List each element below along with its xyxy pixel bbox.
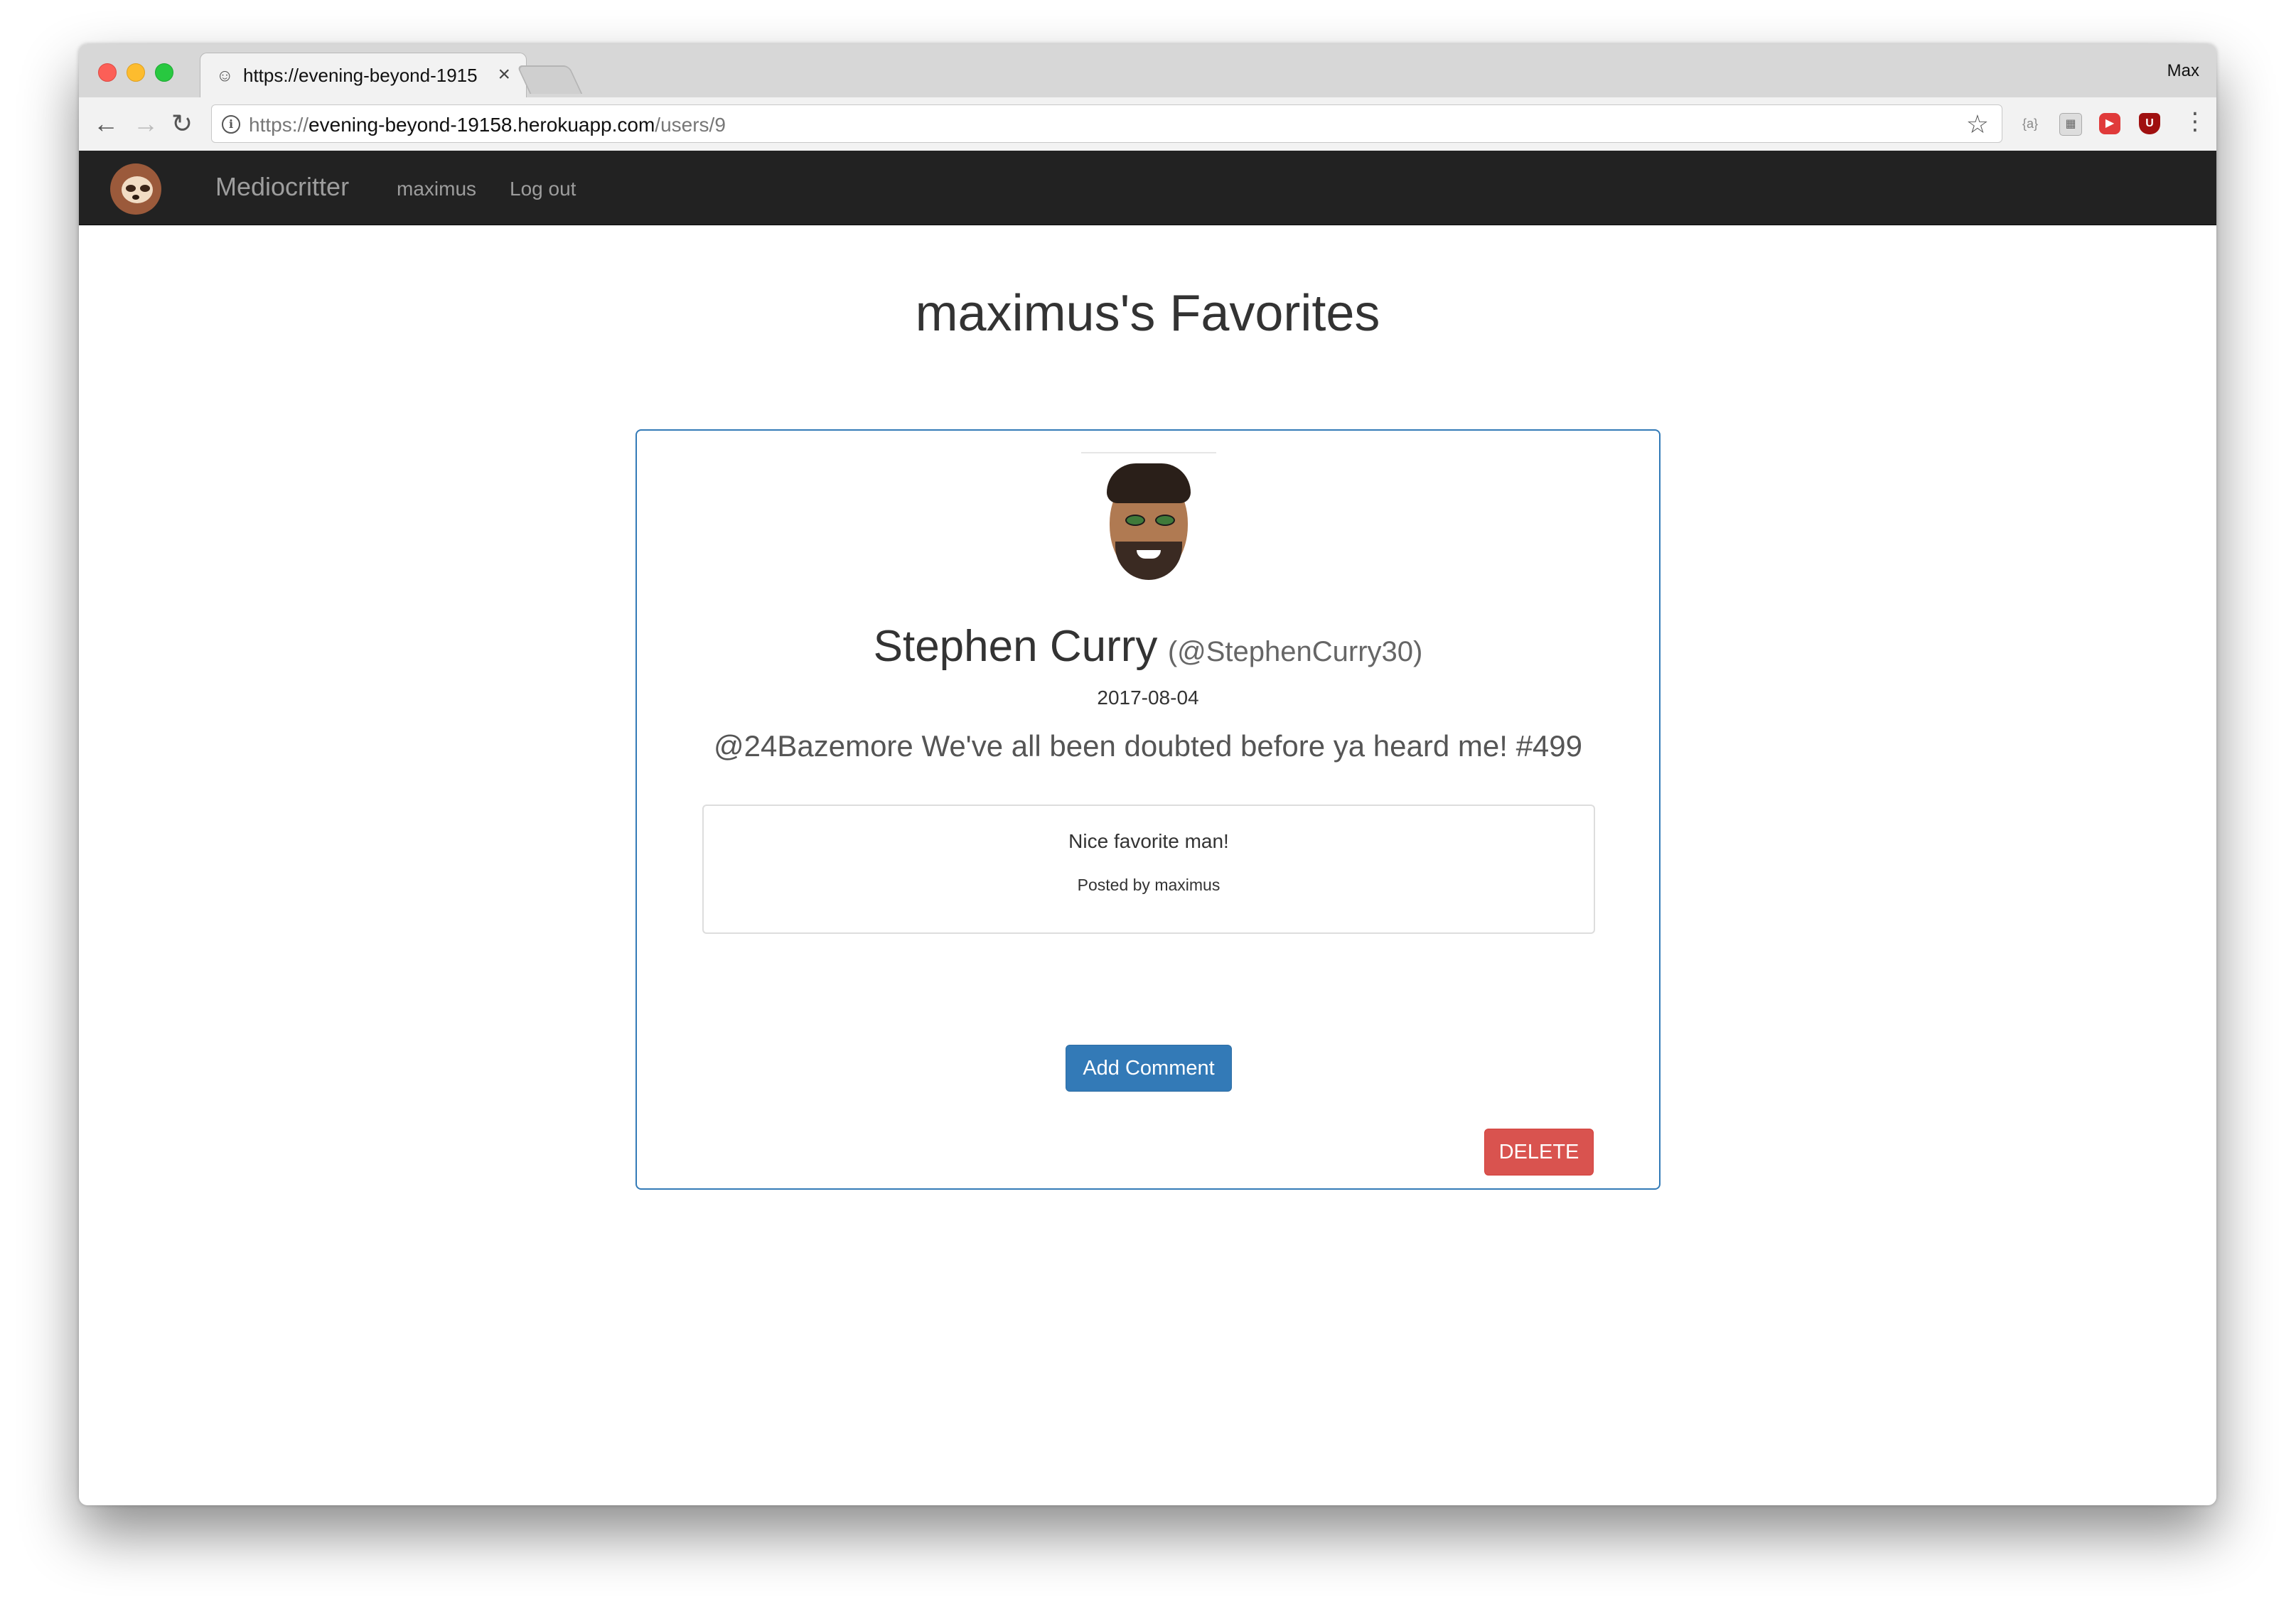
nav-link-logout[interactable]: Log out (510, 178, 576, 200)
json-viewer-icon[interactable]: {a} (2019, 113, 2041, 134)
tab-title: https://evening-beyond-19158.herokuapp.c… (243, 65, 478, 86)
tweet-date: 2017-08-04 (1097, 687, 1199, 709)
youtube-extension-icon[interactable]: ▶ (2099, 113, 2120, 134)
comment-author: Posted by maximus (1077, 876, 1221, 894)
ublock-icon[interactable]: U (2139, 113, 2160, 134)
page-title: maximus's Favorites (915, 285, 1380, 342)
back-arrow-icon[interactable]: ← (93, 109, 119, 139)
tweet-author-handle: (@StephenCurry30) (1167, 636, 1423, 667)
comment-item: Nice favorite man! Posted by maximus (702, 805, 1595, 934)
tweet-author-name: Stephen Curry (873, 622, 1158, 671)
tab-strip: ☺ https://evening-beyond-19158.herokuapp… (79, 44, 2216, 98)
profile-name[interactable]: Max (2167, 61, 2199, 81)
bookmark-star-icon[interactable]: ☆ (1966, 109, 1989, 139)
more-menu-icon[interactable]: ⋮ (2183, 107, 2207, 136)
reload-icon[interactable]: ↻ (171, 109, 193, 139)
site-navbar: Mediocritter maximus Log out (79, 151, 2216, 225)
browser-window: ☺ https://evening-beyond-19158.herokuapp… (79, 44, 2216, 1505)
tweet-text: @24Bazemore We've all been doubted befor… (714, 729, 1582, 763)
grid-extension-icon[interactable]: ▦ (2059, 113, 2082, 136)
address-bar[interactable]: i https://evening-beyond-19158.herokuapp… (211, 104, 2002, 143)
close-window-button[interactable] (98, 63, 117, 82)
add-comment-button[interactable]: Add Comment (1066, 1045, 1232, 1092)
sloth-logo-icon[interactable] (110, 163, 161, 215)
tab-favicon-icon: ☺ (216, 66, 234, 85)
browser-toolbar: ← → ↻ i https://evening-beyond-19158.her… (79, 97, 2216, 151)
tweet-header: Stephen Curry (@StephenCurry30) (637, 621, 1659, 672)
info-icon[interactable]: i (222, 115, 240, 134)
brand-link[interactable]: Mediocritter (215, 172, 349, 202)
url-text[interactable]: https://evening-beyond-19158.herokuapp.c… (249, 114, 726, 136)
tab-close-icon[interactable]: × (498, 63, 510, 87)
nav-link-user[interactable]: maximus (397, 178, 476, 200)
minimize-window-button[interactable] (127, 63, 145, 82)
forward-arrow-icon[interactable]: → (133, 109, 159, 139)
profile-avatar (1081, 452, 1216, 588)
delete-button[interactable]: DELETE (1484, 1129, 1594, 1176)
comment-text: Nice favorite man! (1068, 830, 1229, 852)
maximize-window-button[interactable] (155, 63, 173, 82)
browser-tab[interactable]: ☺ https://evening-beyond-19158.herokuapp… (200, 53, 527, 97)
favorite-card: Stephen Curry (@StephenCurry30) 2017-08-… (635, 429, 1661, 1190)
